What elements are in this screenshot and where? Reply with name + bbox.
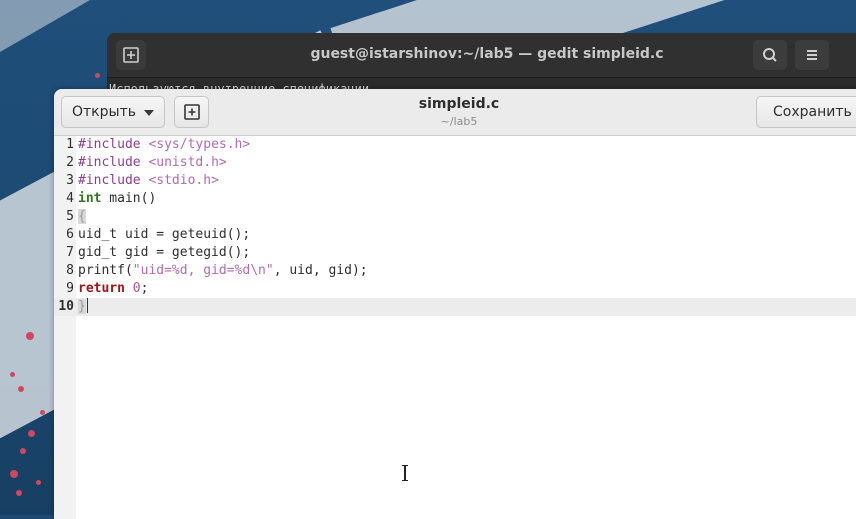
code-text: int main()	[78, 191, 157, 206]
line-number: 1	[66, 137, 74, 152]
line-number: 2	[66, 155, 74, 170]
terminal-title: guest@istarshinov:~/lab5 — gedit simplei…	[310, 46, 664, 62]
line-number: 7	[66, 245, 74, 260]
line-number: 8	[66, 263, 74, 278]
terminal-search-button[interactable]	[753, 40, 787, 70]
search-icon	[763, 48, 777, 62]
gedit-window: Открыть simpleid.c ~/lab5 Сохранить 1 #in…	[54, 89, 856, 519]
line-number: 5	[66, 209, 74, 224]
gedit-headerbar: Открыть simpleid.c ~/lab5 Сохранить	[54, 89, 856, 136]
code-line[interactable]: 8 printf("uid=%d, gid=%d\n", uid, gid);	[54, 262, 856, 280]
code-text: uid_t uid = geteuid();	[78, 227, 251, 242]
document-path: ~/lab5	[440, 115, 478, 128]
code-text: gid_t gid = getegid();	[78, 245, 251, 260]
code-line[interactable]: 9 return 0;	[54, 280, 856, 298]
code-line[interactable]: 7 gid_t gid = getegid();	[54, 244, 856, 262]
code-line[interactable]: 1 #include <sys/types.h>	[54, 136, 856, 154]
save-button[interactable]: Сохранить	[756, 96, 856, 128]
code-text: {	[78, 209, 86, 224]
line-number: 9	[66, 281, 74, 296]
code-text: #include <stdio.h>	[78, 173, 219, 188]
save-button-label: Сохранить	[773, 104, 852, 120]
text-cursor-ibeam-icon	[402, 465, 408, 481]
terminal-headerbar: guest@istarshinov:~/lab5 — gedit simplei…	[107, 33, 856, 78]
document-title: simpleid.c	[418, 96, 500, 112]
terminal-menu-button[interactable]	[795, 40, 829, 70]
code-line[interactable]: 10}	[54, 298, 856, 316]
code-line[interactable]: 3 #include <stdio.h>	[54, 172, 856, 190]
code-line[interactable]: 2 #include <unistd.h>	[54, 154, 856, 172]
code-line[interactable]: 6 uid_t uid = geteuid();	[54, 226, 856, 244]
code-text: #include <sys/types.h>	[78, 137, 251, 152]
line-number: 4	[66, 191, 74, 206]
code-text: return 0;	[78, 281, 149, 296]
code-line[interactable]: 5{	[54, 208, 856, 226]
code-text: #include <unistd.h>	[78, 155, 227, 170]
code-text: }	[78, 298, 88, 314]
text-editor-area[interactable]: 1 #include <sys/types.h> 2 #include <unistd…	[54, 136, 856, 519]
hamburger-menu-icon	[807, 50, 817, 60]
code-text: printf("uid=%d, gid=%d\n", uid, gid);	[78, 263, 368, 278]
code-line[interactable]: 4 int main()	[54, 190, 856, 208]
line-number: 10	[58, 299, 74, 314]
line-number: 3	[66, 173, 74, 188]
line-number: 6	[66, 227, 74, 242]
